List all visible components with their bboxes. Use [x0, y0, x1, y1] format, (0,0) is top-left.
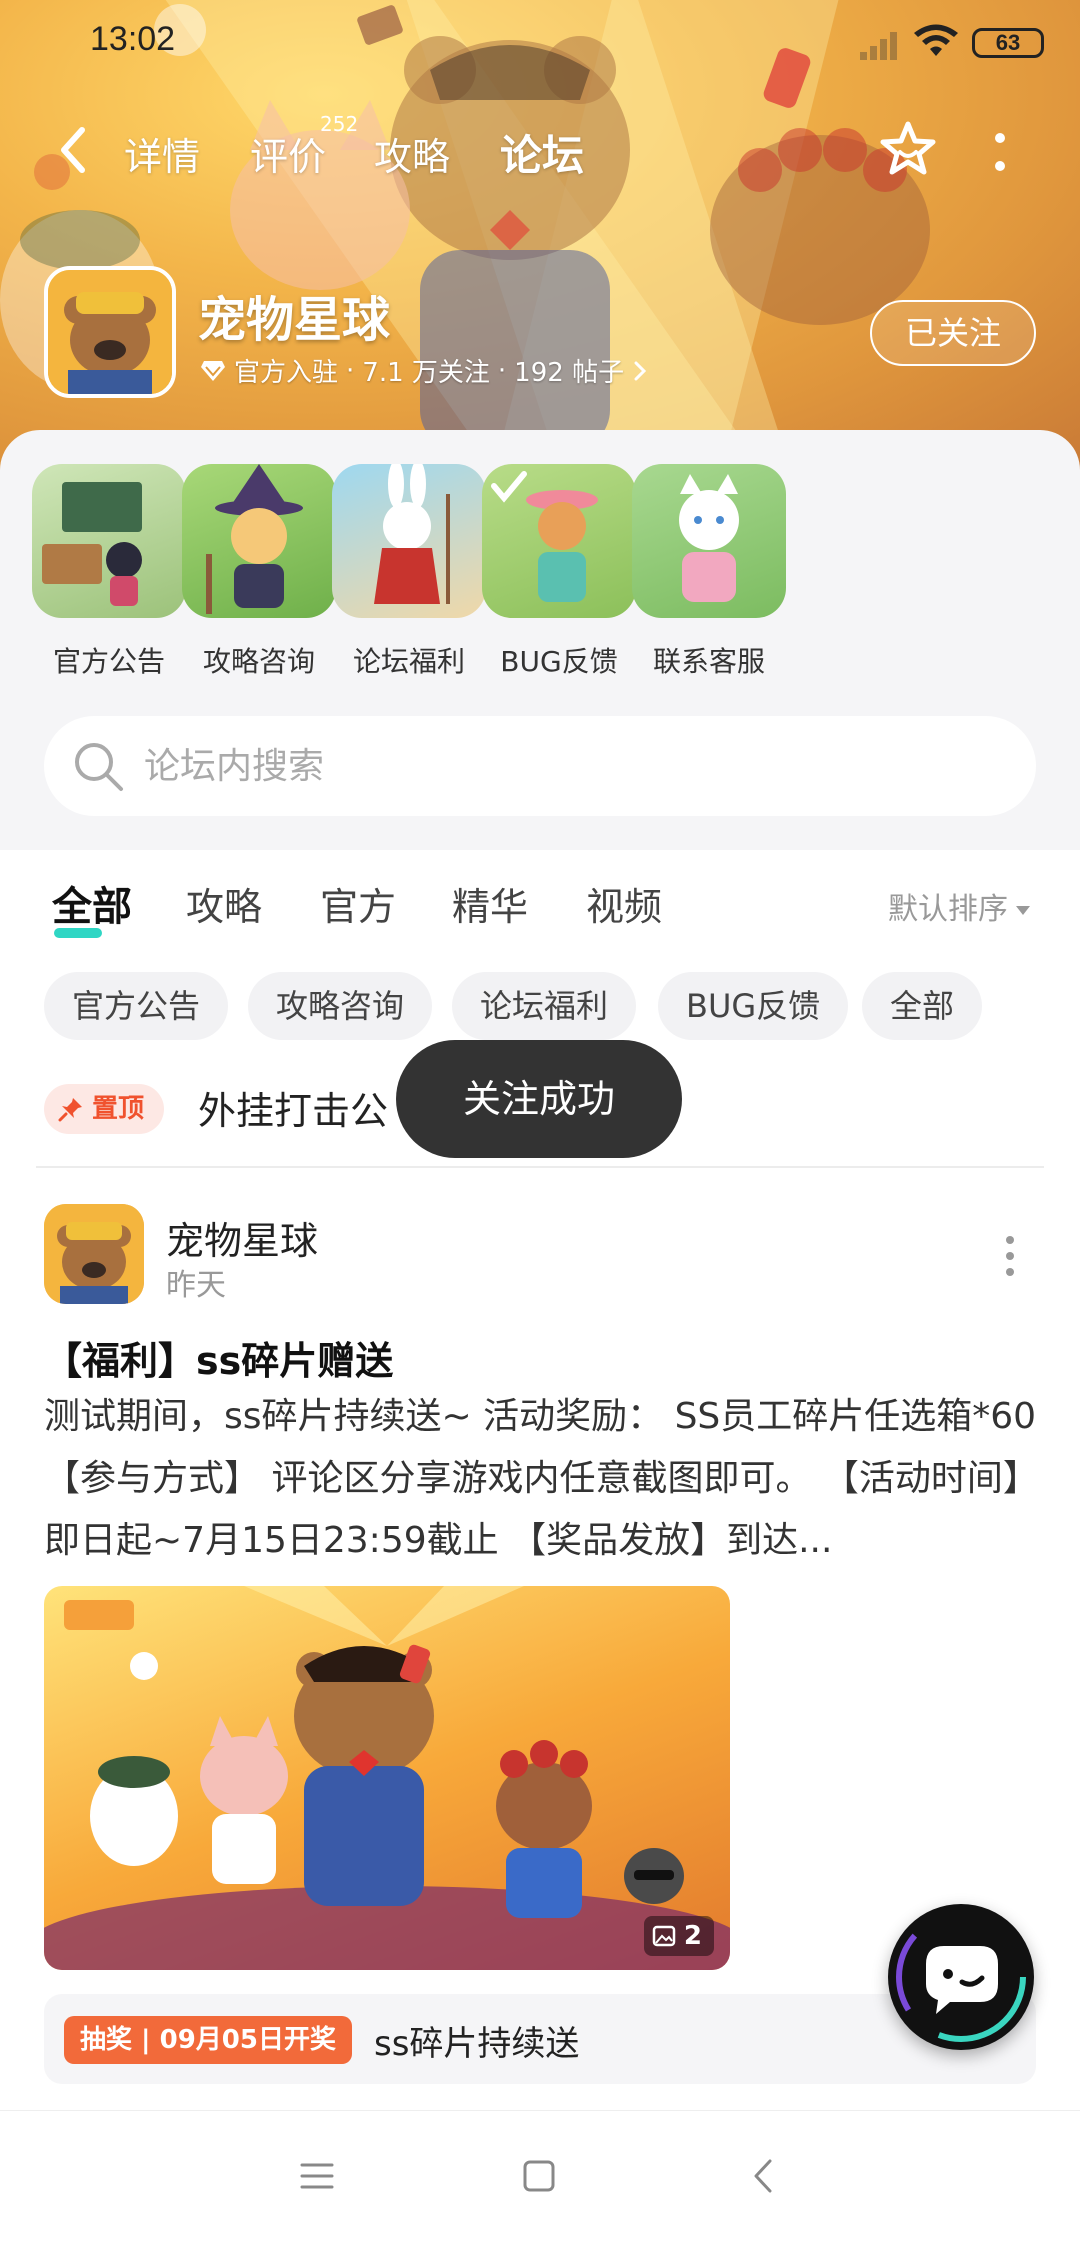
feed-tabs: 全部 攻略 官方 精华 视频 默认排序 — [0, 870, 1080, 940]
feed-tab-featured[interactable]: 精华 — [452, 876, 528, 931]
chip-bug-report[interactable]: BUG反馈 — [658, 972, 849, 1040]
image-count: 2 — [683, 1921, 702, 1951]
signal-icon — [860, 32, 897, 60]
sort-dropdown[interactable]: 默认排序 — [888, 884, 1030, 928]
toast-message: 关注成功 — [396, 1040, 682, 1158]
caret-down-icon — [1016, 906, 1030, 915]
feed-tab-all-label: 全部 — [52, 884, 132, 930]
forum-search[interactable] — [44, 716, 1036, 816]
chalkboard-icon — [42, 482, 142, 606]
star-icon[interactable] — [876, 118, 940, 182]
status-bar: 13:02 63 — [0, 0, 1080, 80]
game-icon[interactable] — [44, 266, 176, 398]
guides-thumb — [182, 464, 336, 618]
official-label: 官方入驻 — [234, 358, 339, 388]
posts-count: 192 帖子 — [514, 358, 625, 388]
post-body: 测试期间，ss碎片持续送~ 活动奖励： SS员工碎片任选箱*60 【参与方式】 … — [44, 1396, 1039, 1561]
post-time: 昨天 — [166, 1268, 226, 1303]
chip-benefits[interactable]: 论坛福利 — [452, 972, 637, 1040]
bug-report-thumb — [482, 464, 636, 618]
chip-guides[interactable]: 攻略咨询 — [248, 972, 433, 1040]
author-avatar[interactable] — [44, 1204, 144, 1304]
chip-all[interactable]: 全部 — [862, 972, 983, 1040]
tab-forum-label: 论坛 — [500, 131, 585, 180]
shortcut-customer-service[interactable]: 联系客服 — [624, 464, 794, 680]
customer-service-thumb — [632, 464, 786, 618]
witch-cat-icon — [206, 464, 303, 614]
tab-guides[interactable]: 攻略 — [374, 126, 450, 181]
chip-announcements[interactable]: 官方公告 — [44, 972, 229, 1040]
pin-icon — [58, 1098, 82, 1122]
shortcut-benefits[interactable]: 论坛福利 — [324, 464, 494, 680]
back-icon[interactable] — [50, 120, 100, 180]
chat-bubble-icon — [896, 1912, 1026, 2042]
post-image-art — [44, 1586, 730, 1970]
more-options-icon[interactable] — [1000, 1234, 1020, 1278]
forum-sheet: 官方公告 攻略咨询 论坛福利 BUG反馈 联系客服 论坛内搜索 — [0, 430, 1080, 850]
benefits-thumb — [332, 464, 486, 618]
author-name[interactable]: 宠物星球 — [166, 1210, 318, 1265]
search-icon — [75, 743, 123, 791]
search-input[interactable] — [144, 738, 1004, 794]
menu-icon[interactable] — [292, 2151, 342, 2201]
wifi-icon — [914, 24, 958, 56]
battery-indicator: 63 — [972, 28, 1044, 58]
followers-count: 7.1 万关注 — [362, 358, 490, 388]
shortcut-label: 攻略咨询 — [202, 645, 315, 678]
pinned-badge-label: 置顶 — [92, 1094, 145, 1124]
bear-icon — [48, 270, 172, 394]
shortcut-guides[interactable]: 攻略咨询 — [174, 464, 344, 680]
game-info: 宠物星球 官方入驻 · 7.1 万关注 · 192 帖子 已关注 — [0, 260, 1080, 410]
shortcut-label: 论坛福利 — [352, 645, 465, 678]
shortcut-bug-report[interactable]: BUG反馈 — [474, 464, 644, 680]
lottery-tag: 抽奖 | 09月05日开奖 — [64, 2016, 352, 2064]
game-name: 宠物星球 — [198, 292, 391, 348]
review-count-badge: 252 — [320, 112, 359, 136]
status-time: 13:02 — [90, 20, 176, 58]
home-icon[interactable] — [514, 2151, 564, 2201]
pinned-title: 外挂打击公 — [198, 1089, 389, 1133]
rabbit-icon — [374, 464, 450, 604]
shortcut-row: 官方公告 攻略咨询 论坛福利 BUG反馈 联系客服 — [0, 464, 1080, 694]
feed-tab-official[interactable]: 官方 — [320, 876, 396, 931]
tab-reviews[interactable]: 评价 — [250, 126, 326, 181]
system-nav-bar — [0, 2110, 1080, 2244]
feed-tab-all[interactable]: 全部 — [52, 874, 132, 938]
shortcut-label: 官方公告 — [52, 645, 165, 678]
feed-tab-guides[interactable]: 攻略 — [186, 876, 262, 931]
shortcut-label: 联系客服 — [652, 645, 765, 678]
bear-icon — [44, 1204, 144, 1304]
category-chips: 官方公告 攻略咨询 论坛福利 BUG反馈 全部 — [0, 972, 1080, 1042]
follow-button[interactable]: 已关注 — [870, 300, 1036, 366]
shortcut-announcements[interactable]: 官方公告 — [24, 464, 194, 680]
lottery-text: ss碎片持续送 — [374, 2024, 580, 2064]
chevron-right-icon — [634, 361, 647, 380]
pinned-badge: 置顶 — [44, 1084, 164, 1134]
post-title: 【福利】ss碎片赠送 — [44, 1339, 394, 1383]
official-diamond-icon — [201, 360, 225, 381]
announcements-thumb — [32, 464, 186, 618]
back-nav-icon[interactable] — [740, 2151, 790, 2201]
chat-button[interactable] — [888, 1904, 1034, 2050]
shortcut-label: BUG反馈 — [500, 645, 618, 678]
tab-details[interactable]: 详情 — [124, 126, 200, 181]
image-icon — [652, 1925, 676, 1947]
white-cat-icon — [679, 474, 739, 602]
image-count-badge: 2 — [643, 1916, 714, 1956]
checklist-cat-icon — [491, 471, 598, 602]
sort-label: 默认排序 — [888, 892, 1008, 927]
tab-forum[interactable]: 论坛 — [500, 122, 585, 185]
more-options-icon[interactable] — [988, 130, 1012, 174]
top-nav: 详情 评价 252 攻略 论坛 — [0, 100, 1080, 200]
post-image[interactable]: 2 — [44, 1586, 730, 1970]
feed-tab-video[interactable]: 视频 — [586, 876, 662, 931]
divider — [36, 1166, 1044, 1168]
game-meta[interactable]: 官方入驻 · 7.1 万关注 · 192 帖子 — [200, 352, 648, 389]
